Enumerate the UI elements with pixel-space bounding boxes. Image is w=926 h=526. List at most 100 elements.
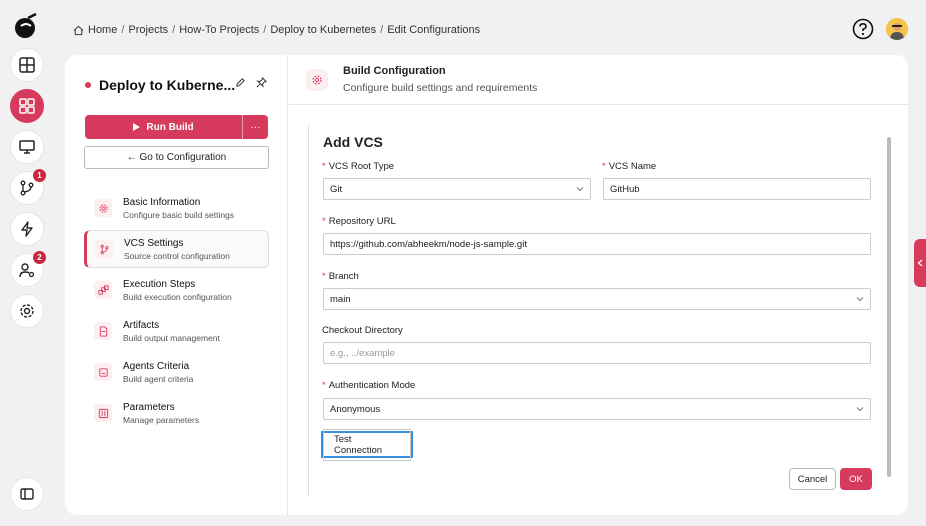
content-header: Build Configuration Configure build sett… xyxy=(289,55,908,105)
branch-label: * Branch xyxy=(322,271,359,282)
nav-item-execution-steps[interactable]: Execution Steps Build execution configur… xyxy=(84,271,269,309)
sidebar-panel-icon xyxy=(20,488,34,500)
breadcrumb-home[interactable]: Home xyxy=(88,24,117,36)
gear-icon xyxy=(312,75,322,85)
page-title: Build Configuration xyxy=(343,65,446,77)
form-scrollbar[interactable] xyxy=(887,137,891,477)
project-title: Deploy to Kuberne... xyxy=(85,77,235,93)
label-text: Authentication Mode xyxy=(328,380,416,391)
steps-icon xyxy=(97,284,109,295)
nav-item-agents-criteria[interactable]: Agents Criteria Build agent criteria xyxy=(84,353,269,391)
nav-subtitle: Build output management xyxy=(123,332,220,343)
file-icon xyxy=(99,325,107,337)
test-connection-button[interactable]: Test Connection xyxy=(321,428,413,461)
config-nav: Basic Information Configure basic build … xyxy=(84,189,269,435)
nav-title: Artifacts xyxy=(123,319,160,331)
required-mark: * xyxy=(322,216,326,227)
nav-icon-wrap xyxy=(94,281,112,299)
input-placeholder: e.g., ../example xyxy=(330,347,395,359)
nav-item-artifacts[interactable]: Artifacts Build output management xyxy=(84,312,269,350)
avatar[interactable] xyxy=(886,18,908,40)
required-mark: * xyxy=(322,271,326,282)
project-name: Deploy to Kuberne... xyxy=(99,77,236,93)
edit-pencil-icon[interactable] xyxy=(235,77,246,88)
ok-button[interactable]: OK xyxy=(840,468,872,490)
nav-subtitle: Build agent criteria xyxy=(123,373,194,384)
sidebar-toggle-button[interactable] xyxy=(10,477,44,511)
left-rail: 1 2 xyxy=(0,0,52,526)
nav-icon-wrap xyxy=(94,363,112,381)
collapse-panel-tab[interactable] xyxy=(914,239,926,287)
nav-title: Parameters xyxy=(123,401,175,413)
cancel-button[interactable]: Cancel xyxy=(789,468,836,490)
agents-notification-badge: 2 xyxy=(33,251,46,264)
go-to-configuration-button[interactable]: ← Go to Configuration xyxy=(84,146,269,169)
gear-icon xyxy=(20,304,34,318)
main-card: Deploy to Kuberne... Run Build ··· ← Go … xyxy=(65,55,908,515)
nav-item-parameters[interactable]: Parameters Manage parameters xyxy=(84,394,269,432)
nav-text: VCS Settings Source control configuratio… xyxy=(124,238,230,261)
nav-text: Basic Information Configure basic build … xyxy=(123,197,234,220)
select-value: main xyxy=(330,293,351,305)
nav-icon-wrap xyxy=(94,404,112,422)
settings-rail-button[interactable] xyxy=(10,294,44,328)
nav-subtitle: Source control configuration xyxy=(124,250,230,261)
add-vcs-form: Add VCS * VCS Root Type Git * VCS Name Git… xyxy=(308,125,891,495)
app-logo-icon[interactable] xyxy=(12,12,40,40)
vcs-root-type-select[interactable]: Git xyxy=(323,178,591,200)
actions-rail-button[interactable] xyxy=(10,212,44,246)
run-build-more-button[interactable]: ··· xyxy=(242,115,268,139)
title-actions xyxy=(235,77,267,88)
user-avatar-icon xyxy=(886,18,908,40)
run-build-button[interactable]: Run Build ··· xyxy=(85,115,268,139)
breadcrumb-separator: / xyxy=(121,24,125,36)
breadcrumb-projects[interactable]: Projects xyxy=(128,24,168,36)
breadcrumb-howto-projects[interactable]: How-To Projects xyxy=(179,24,259,36)
nav-item-basic-information[interactable]: Basic Information Configure basic build … xyxy=(84,189,269,227)
help-icon[interactable] xyxy=(852,18,874,40)
authentication-mode-select[interactable]: Anonymous xyxy=(323,398,871,420)
vcs-name-label: * VCS Name xyxy=(602,161,656,172)
git-rail-button[interactable]: 1 xyxy=(10,169,46,205)
top-right-actions xyxy=(852,18,908,40)
pin-icon[interactable] xyxy=(256,77,267,88)
repository-url-input[interactable]: https://github.com/abheekm/node-js-sampl… xyxy=(323,233,871,255)
checkout-directory-input[interactable]: e.g., ../example xyxy=(323,342,871,364)
home-icon xyxy=(73,25,84,35)
gear-icon xyxy=(98,203,108,213)
nav-item-vcs-settings[interactable]: VCS Settings Source control configuratio… xyxy=(84,230,269,268)
nav-subtitle: Build execution configuration xyxy=(123,291,232,302)
label-text: Branch xyxy=(328,271,359,282)
branch-select[interactable]: main xyxy=(323,288,871,310)
nav-text: Parameters Manage parameters xyxy=(123,402,199,425)
checkout-directory-label: Checkout Directory xyxy=(322,325,403,336)
vcs-name-input[interactable]: GitHub xyxy=(603,178,871,200)
run-build-main[interactable]: Run Build xyxy=(85,122,242,133)
nav-title: Execution Steps xyxy=(123,278,196,290)
input-value: https://github.com/abheekm/node-js-sampl… xyxy=(330,238,527,250)
git-branch-icon xyxy=(20,180,34,196)
label-text: Repository URL xyxy=(328,216,396,227)
breadcrumb-deploy-kubernetes[interactable]: Deploy to Kubernetes xyxy=(270,24,376,36)
projects-rail-button[interactable] xyxy=(10,89,44,123)
monitor-rail-button[interactable] xyxy=(10,130,44,164)
dashboard-rail-button[interactable] xyxy=(10,48,44,82)
breadcrumb-edit-configurations: Edit Configurations xyxy=(387,24,481,36)
repository-url-label: * Repository URL xyxy=(322,216,396,227)
chevron-down-icon xyxy=(856,297,864,302)
test-connection-label: Test Connection xyxy=(323,428,411,461)
label-text: VCS Name xyxy=(608,161,657,172)
sliders-icon xyxy=(98,408,108,418)
authentication-mode-label: * Authentication Mode xyxy=(322,380,415,391)
run-build-label: Run Build xyxy=(146,121,194,133)
breadcrumb-separator: / xyxy=(263,24,267,36)
nav-subtitle: Manage parameters xyxy=(123,414,200,425)
required-mark: * xyxy=(322,161,326,172)
git-notification-badge: 1 xyxy=(33,169,46,182)
select-value: Git xyxy=(330,183,343,195)
select-value: Anonymous xyxy=(330,403,381,415)
agents-rail-button[interactable]: 2 xyxy=(10,251,46,287)
required-mark: * xyxy=(602,161,606,172)
nav-icon-wrap xyxy=(95,240,113,258)
agent-box-icon xyxy=(98,367,108,377)
